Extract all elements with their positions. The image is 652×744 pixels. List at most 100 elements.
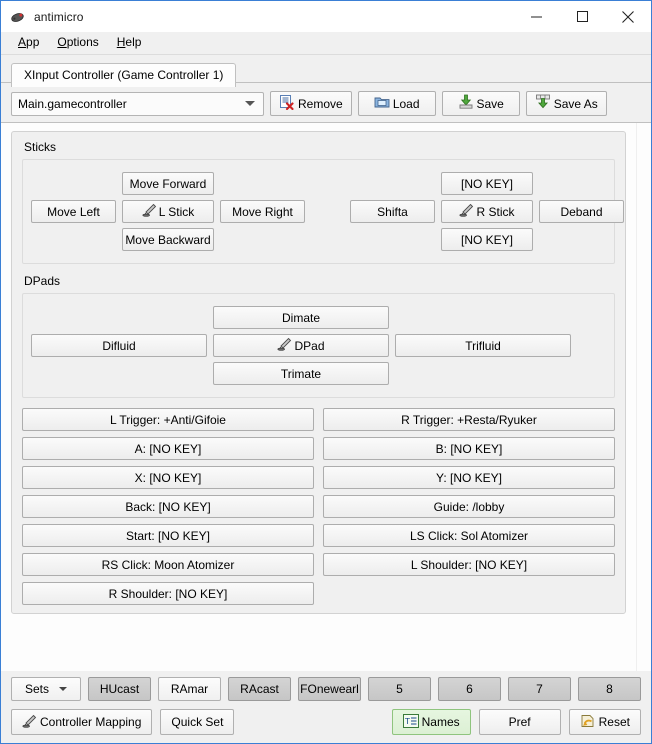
left-stick-right-button[interactable]: Move Right [220, 200, 305, 223]
right-stick-left-button[interactable]: Shifta [350, 200, 435, 223]
app-window: antimicro App Options Help XInput Contro… [0, 0, 652, 744]
set-button-3[interactable]: RAcast [228, 677, 291, 701]
button-r-shoulder[interactable]: R Shoulder: [NO KEY] [22, 582, 314, 605]
gamepad-icon [10, 9, 26, 25]
tab-xinput-controller[interactable]: XInput Controller (Game Controller 1) [11, 63, 237, 87]
right-stick-center-label: R Stick [476, 204, 515, 219]
save-as-button-label: Save As [553, 96, 598, 111]
controller-panel: Sticks Move Forward Move Left L Stick Mo… [1, 123, 636, 671]
dpad-down-button[interactable]: Trimate [213, 362, 389, 385]
remove-button[interactable]: Remove [270, 91, 352, 116]
menu-options[interactable]: Options [48, 33, 107, 53]
button-back[interactable]: Back: [NO KEY] [22, 495, 314, 518]
set-button-8[interactable]: 8 [578, 677, 641, 701]
stick-config-icon [459, 203, 474, 220]
pref-button[interactable]: Pref [478, 709, 561, 735]
left-stick-center-button[interactable]: L Stick [122, 200, 214, 223]
controller-mapping-icon [22, 714, 37, 731]
set-button-5[interactable]: 5 [368, 677, 431, 701]
right-stick-up-button[interactable]: [NO KEY] [441, 172, 533, 195]
menu-help-label: elp [125, 35, 142, 49]
names-label: Names [421, 715, 460, 729]
save-button-label: Save [476, 96, 504, 111]
dpad-center-label: DPad [294, 338, 325, 353]
button-matrix: L Trigger: +Anti/Gifoie R Trigger: +Rest… [22, 408, 615, 605]
sticks-group-body: Move Forward Move Left L Stick Move Righ… [22, 159, 624, 264]
svg-text:T: T [404, 717, 410, 726]
reset-label: Reset [598, 715, 630, 729]
save-down-arrow-icon [458, 94, 474, 113]
dpad-block: Dimate Difluid DPad Trifluid Trimate [31, 306, 606, 385]
title-bar: antimicro [1, 1, 651, 32]
minimize-button[interactable] [513, 1, 559, 32]
button-guide[interactable]: Guide: /lobby [323, 495, 615, 518]
tab-strip: XInput Controller (Game Controller 1) [1, 55, 651, 87]
save-as-icon [535, 94, 551, 113]
remove-document-icon [279, 94, 295, 113]
folder-open-icon [374, 94, 390, 113]
profile-select[interactable]: Main.gamecontroller [11, 91, 264, 116]
window-title: antimicro [34, 9, 84, 24]
button-start[interactable]: Start: [NO KEY] [22, 524, 314, 547]
load-button[interactable]: Load [357, 91, 436, 116]
dpad-center-button[interactable]: DPad [213, 334, 389, 357]
menu-help[interactable]: Help [108, 33, 151, 53]
quick-set-button[interactable]: Quick Set [160, 709, 235, 735]
sticks-group: Sticks Move Forward Move Left L Stick Mo… [22, 140, 624, 264]
controller-frame: Sticks Move Forward Move Left L Stick Mo… [11, 131, 626, 614]
left-stick-down-button[interactable]: Move Backward [122, 228, 214, 251]
menu-app[interactable]: App [9, 33, 48, 53]
button-b[interactable]: B: [NO KEY] [323, 437, 615, 460]
button-r-trigger[interactable]: R Trigger: +Resta/Ryuker [323, 408, 615, 431]
chevron-down-icon [59, 687, 67, 691]
names-button[interactable]: T Names [391, 709, 471, 735]
set-button-4[interactable]: FOnewearl [298, 677, 361, 701]
close-button[interactable] [605, 1, 651, 32]
button-y[interactable]: Y: [NO KEY] [323, 466, 615, 489]
reset-undo-icon [580, 714, 596, 731]
dpad-left-button[interactable]: Difluid [31, 334, 207, 357]
dpads-group-body: Dimate Difluid DPad Trifluid Trimate [22, 293, 615, 398]
sets-dropdown[interactable]: Sets [11, 677, 81, 701]
right-stick-down-button[interactable]: [NO KEY] [441, 228, 533, 251]
profile-toolbar: Main.gamecontroller Remove Load Save Sav… [1, 83, 651, 122]
right-stick-right-button[interactable]: Deband [539, 200, 624, 223]
button-l-trigger[interactable]: L Trigger: +Anti/Gifoie [22, 408, 314, 431]
dpad-up-button[interactable]: Dimate [213, 306, 389, 329]
set-button-1[interactable]: HUcast [88, 677, 151, 701]
stick-config-icon [142, 203, 157, 220]
dpads-group-title: DPads [24, 274, 61, 288]
menu-bar: App Options Help [1, 32, 651, 55]
window-controls [513, 1, 651, 32]
save-as-button[interactable]: Save As [525, 91, 607, 116]
load-button-label: Load [392, 96, 420, 111]
names-text-icon: T [402, 713, 419, 731]
maximize-button[interactable] [559, 1, 605, 32]
right-stick-block: [NO KEY] Shifta R Stick Deband [NO KEY] [350, 172, 624, 251]
remove-button-label: Remove [298, 96, 343, 111]
controller-mapping-label: Controller Mapping [40, 715, 142, 729]
button-l-shoulder[interactable]: L Shoulder: [NO KEY] [323, 553, 615, 576]
button-ls-click[interactable]: LS Click: Sol Atomizer [323, 524, 615, 547]
left-stick-left-button[interactable]: Move Left [31, 200, 116, 223]
save-button[interactable]: Save [441, 91, 520, 116]
profile-select-value: Main.gamecontroller [18, 96, 127, 111]
set-button-6[interactable]: 6 [438, 677, 501, 701]
set-button-2[interactable]: RAmar [158, 677, 221, 701]
dpad-right-button[interactable]: Trifluid [395, 334, 571, 357]
controller-mapping-button[interactable]: Controller Mapping [11, 709, 153, 735]
left-stick-up-button[interactable]: Move Forward [122, 172, 214, 195]
menu-options-label: ptions [66, 35, 99, 49]
action-row: Controller Mapping Quick Set T Names Pre… [11, 709, 641, 735]
button-x[interactable]: X: [NO KEY] [22, 466, 314, 489]
button-rs-click[interactable]: RS Click: Moon Atomizer [22, 553, 314, 576]
reset-button[interactable]: Reset [568, 709, 641, 735]
chevron-down-icon [245, 101, 255, 106]
vertical-scrollbar[interactable] [636, 123, 651, 671]
button-a[interactable]: A: [NO KEY] [22, 437, 314, 460]
menu-app-label: pp [26, 35, 40, 49]
right-stick-center-button[interactable]: R Stick [441, 200, 533, 223]
left-stick-block: Move Forward Move Left L Stick Move Righ… [31, 172, 305, 251]
bottom-toolbar: Sets HUcast RAmar RAcast FOnewearl 5 6 7… [1, 671, 651, 743]
set-button-7[interactable]: 7 [508, 677, 571, 701]
